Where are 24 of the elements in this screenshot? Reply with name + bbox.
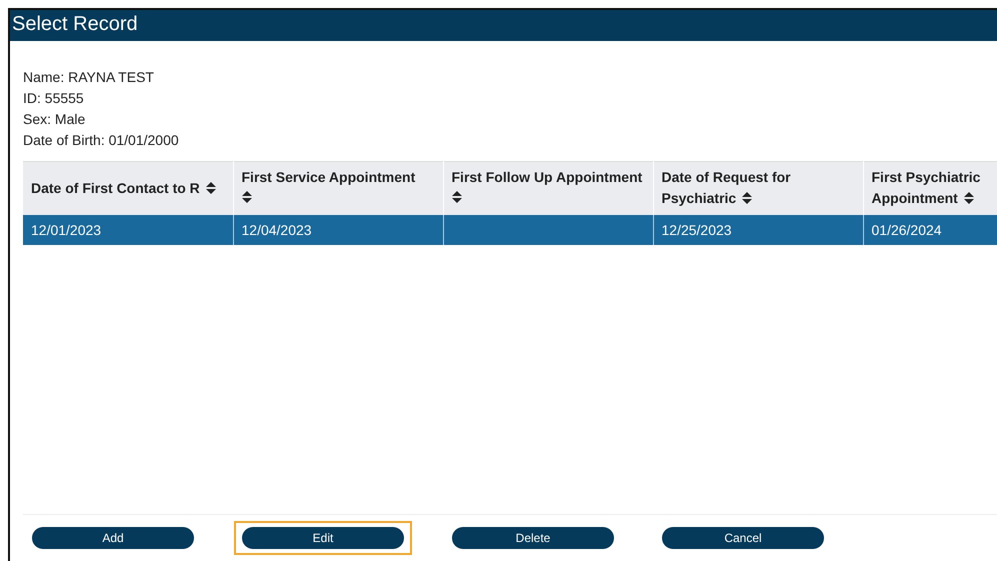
sort-icon[interactable] xyxy=(742,192,752,204)
action-button[interactable]: Delete xyxy=(452,527,614,549)
patient-info-text: Name: RAYNA TEST xyxy=(23,68,155,87)
sort-icon[interactable] xyxy=(242,191,252,203)
action-button[interactable]: Cancel xyxy=(662,527,824,549)
patient-info-text: ID: 55555 xyxy=(23,89,85,108)
column-header[interactable]: First Service Appointment xyxy=(233,162,443,214)
sort-icon[interactable] xyxy=(452,191,462,203)
column-header[interactable]: Date of First Contact to R xyxy=(23,162,233,214)
sort-icon[interactable] xyxy=(206,182,216,194)
column-header[interactable]: Date of Request for Psychiatric xyxy=(653,162,863,214)
patient-info-text: Sex: Male xyxy=(23,110,86,129)
window-title: Select Record xyxy=(10,10,997,41)
action-button[interactable]: Edit xyxy=(242,527,404,549)
table-cell: 12/01/2023 xyxy=(31,222,102,238)
patient-info-text: Date of Birth: 01/01/2000 xyxy=(23,131,180,150)
sort-icon[interactable] xyxy=(964,192,974,204)
table-cell: 01/26/2024 xyxy=(872,222,942,238)
column-header[interactable]: First Psychiatric Appointment xyxy=(863,162,997,214)
action-button[interactable]: Add xyxy=(32,527,194,549)
column-header[interactable]: First Follow Up Appointment xyxy=(443,162,653,214)
table-row[interactable]: 12/01/2023 12/04/2023 12/25/2023 01/26/2024 xyxy=(23,214,997,244)
table-cell: 12/04/2023 xyxy=(242,222,312,238)
table-cell: 12/25/2023 xyxy=(662,222,732,238)
